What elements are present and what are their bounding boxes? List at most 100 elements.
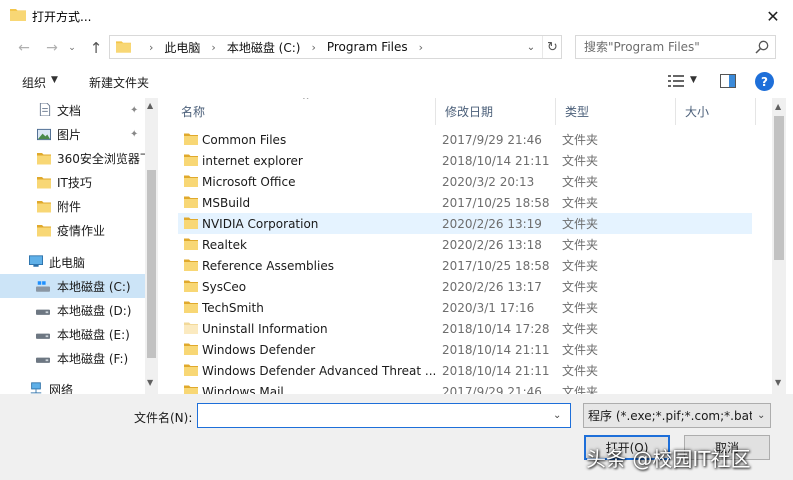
table-row[interactable]: Realtek 2020/2/26 13:18 文件夹 (178, 234, 752, 255)
folder-icon (184, 385, 198, 394)
up-button[interactable]: ↑ (86, 38, 106, 58)
help-button[interactable]: ? (755, 72, 774, 91)
organize-dropdown-icon[interactable]: ▼ (51, 75, 58, 85)
sidebar-item-label: 360安全浏览器下 (57, 151, 152, 166)
preview-pane-icon[interactable] (720, 74, 736, 88)
document-icon (39, 103, 51, 116)
table-row[interactable]: Reference Assemblies 2017/10/25 18:58 文件夹 (178, 255, 752, 276)
folder-icon (184, 238, 198, 250)
file-name: TechSmith (202, 300, 264, 315)
file-date: 2018/10/14 21:11 (442, 363, 550, 378)
scroll-down-icon[interactable]: ▼ (775, 378, 781, 387)
table-row[interactable]: Common Files 2017/9/29 21:46 文件夹 (178, 129, 752, 150)
file-name: Windows Defender (202, 342, 316, 357)
table-row[interactable]: SysCeo 2020/2/26 13:17 文件夹 (178, 276, 752, 297)
column-header-type[interactable]: 类型 (556, 98, 676, 125)
view-dropdown-icon[interactable]: ▼ (690, 75, 697, 85)
sidebar-item-drive-d[interactable]: 本地磁盘 (D:) (0, 298, 145, 322)
sidebar-item-attachments[interactable]: 附件 (0, 194, 145, 218)
toolbar: 组织 ▼ 新建文件夹 ▼ ? (0, 66, 793, 96)
sort-ascending-icon: ^ (302, 98, 310, 106)
back-button[interactable]: ← (14, 38, 34, 58)
scrollbar-thumb[interactable] (147, 170, 156, 358)
address-bar[interactable]: › 此电脑 › 本地磁盘 (C:) › Program Files › ⌄ ↻ (109, 35, 562, 59)
chevron-down-icon: ⌄ (757, 410, 766, 421)
table-row[interactable]: NVIDIA Corporation 2020/2/26 13:19 文件夹 (178, 213, 752, 234)
file-type: 文件夹 (562, 217, 599, 231)
breadcrumb-program-files[interactable]: Program Files (327, 40, 408, 54)
breadcrumb-drive-c[interactable]: 本地磁盘 (C:) (227, 39, 301, 56)
sidebar-item-this-pc[interactable]: 此电脑 (0, 250, 145, 274)
file-name: MSBuild (202, 195, 251, 210)
table-row[interactable]: MSBuild 2017/10/25 18:58 文件夹 (178, 192, 752, 213)
sidebar-item-360-browser[interactable]: 360安全浏览器下 (0, 146, 152, 170)
folder-icon (184, 364, 198, 376)
column-header-date[interactable]: 修改日期 (436, 98, 556, 125)
table-row[interactable]: TechSmith 2020/3/1 17:16 文件夹 (178, 297, 752, 318)
refresh-button[interactable]: ↻ (542, 36, 562, 58)
folder-icon (37, 225, 51, 237)
sidebar-item-network[interactable]: 网络 (0, 377, 145, 394)
close-button[interactable]: ✕ (758, 2, 788, 30)
file-date: 2020/2/26 13:19 (442, 216, 542, 231)
sidebar-item-label: 本地磁盘 (F:) (57, 351, 129, 366)
file-name: Windows Mail (202, 384, 284, 395)
folder-icon (184, 196, 198, 208)
column-header-label: 类型 (565, 105, 590, 119)
recent-locations-button[interactable]: ⌄ (66, 38, 78, 58)
column-header-size[interactable]: 大小 (676, 98, 756, 125)
folder-icon (184, 154, 198, 166)
sidebar-item-label: IT技巧 (57, 175, 92, 190)
address-dropdown-button[interactable]: ⌄ (522, 36, 540, 58)
folder-icon (184, 259, 198, 271)
sidebar-item-label: 本地磁盘 (C:) (57, 279, 131, 294)
sidebar-item-label: 网络 (49, 382, 74, 395)
scrollbar-thumb[interactable] (774, 116, 784, 260)
network-icon (30, 382, 42, 394)
sidebar-item-drive-f[interactable]: 本地磁盘 (F:) (0, 346, 145, 370)
file-list-scrollbar[interactable]: ▲ ▼ (772, 98, 786, 394)
table-row[interactable]: Microsoft Office 2020/3/2 20:13 文件夹 (178, 171, 752, 192)
file-type-select[interactable]: 程序 (*.exe;*.pif;*.com;*.bat;*. ⌄ (583, 403, 771, 428)
breadcrumb-this-pc[interactable]: 此电脑 (164, 39, 200, 56)
windows-drive-icon (36, 281, 50, 292)
scroll-up-icon[interactable]: ▲ (147, 101, 153, 110)
view-options-icon[interactable] (668, 74, 684, 88)
filename-input[interactable] (198, 404, 548, 427)
new-folder-button[interactable]: 新建文件夹 (89, 74, 149, 91)
sidebar-scrollbar[interactable]: ▲ ▼ (145, 98, 158, 394)
file-name: internet explorer (202, 153, 303, 168)
sidebar-item-documents[interactable]: 文档 ✦ (0, 98, 145, 122)
file-type: 文件夹 (562, 364, 599, 378)
scroll-down-icon[interactable]: ▼ (147, 378, 153, 387)
file-type: 文件夹 (562, 175, 599, 189)
file-name: NVIDIA Corporation (202, 216, 319, 231)
file-list: 名称 ^ 修改日期 类型 大小 Common Files 2017/9/29 21… (172, 98, 772, 394)
file-name: Common Files (202, 132, 287, 147)
file-type: 文件夹 (562, 280, 599, 294)
sidebar-item-drive-c[interactable]: 本地磁盘 (C:) (0, 274, 145, 298)
scroll-up-icon[interactable]: ▲ (775, 102, 781, 111)
file-type: 文件夹 (562, 322, 599, 336)
table-row[interactable]: Windows Mail 2017/9/29 21:46 文件夹 (178, 381, 752, 394)
search-input[interactable] (576, 36, 751, 58)
folder-icon (184, 343, 198, 355)
file-type: 文件夹 (562, 301, 599, 315)
forward-button[interactable]: → (42, 38, 62, 58)
file-name: Uninstall Information (202, 321, 328, 336)
folder-icon (37, 153, 51, 165)
table-row[interactable]: internet explorer 2018/10/14 21:11 文件夹 (178, 150, 752, 171)
table-row[interactable]: Windows Defender 2018/10/14 21:11 文件夹 (178, 339, 752, 360)
file-date: 2020/3/1 17:16 (442, 300, 535, 315)
sidebar-item-pictures[interactable]: 图片 ✦ (0, 122, 145, 146)
sidebar-item-homework[interactable]: 疫情作业 (0, 218, 145, 242)
table-row[interactable]: Windows Defender Advanced Threat ... 2018… (178, 360, 752, 381)
sidebar-item-it-tips[interactable]: IT技巧 (0, 170, 145, 194)
search-icon[interactable] (755, 40, 769, 54)
breadcrumb: › 此电脑 › 本地磁盘 (C:) › Program Files › (138, 36, 434, 58)
table-row[interactable]: Uninstall Information 2018/10/14 17:28 文件夹 (178, 318, 752, 339)
organize-button[interactable]: 组织 (22, 74, 46, 91)
sidebar-item-drive-e[interactable]: 本地磁盘 (E:) (0, 322, 145, 346)
column-header-label: 大小 (685, 105, 710, 119)
chevron-down-icon[interactable]: ⌄ (553, 410, 561, 421)
